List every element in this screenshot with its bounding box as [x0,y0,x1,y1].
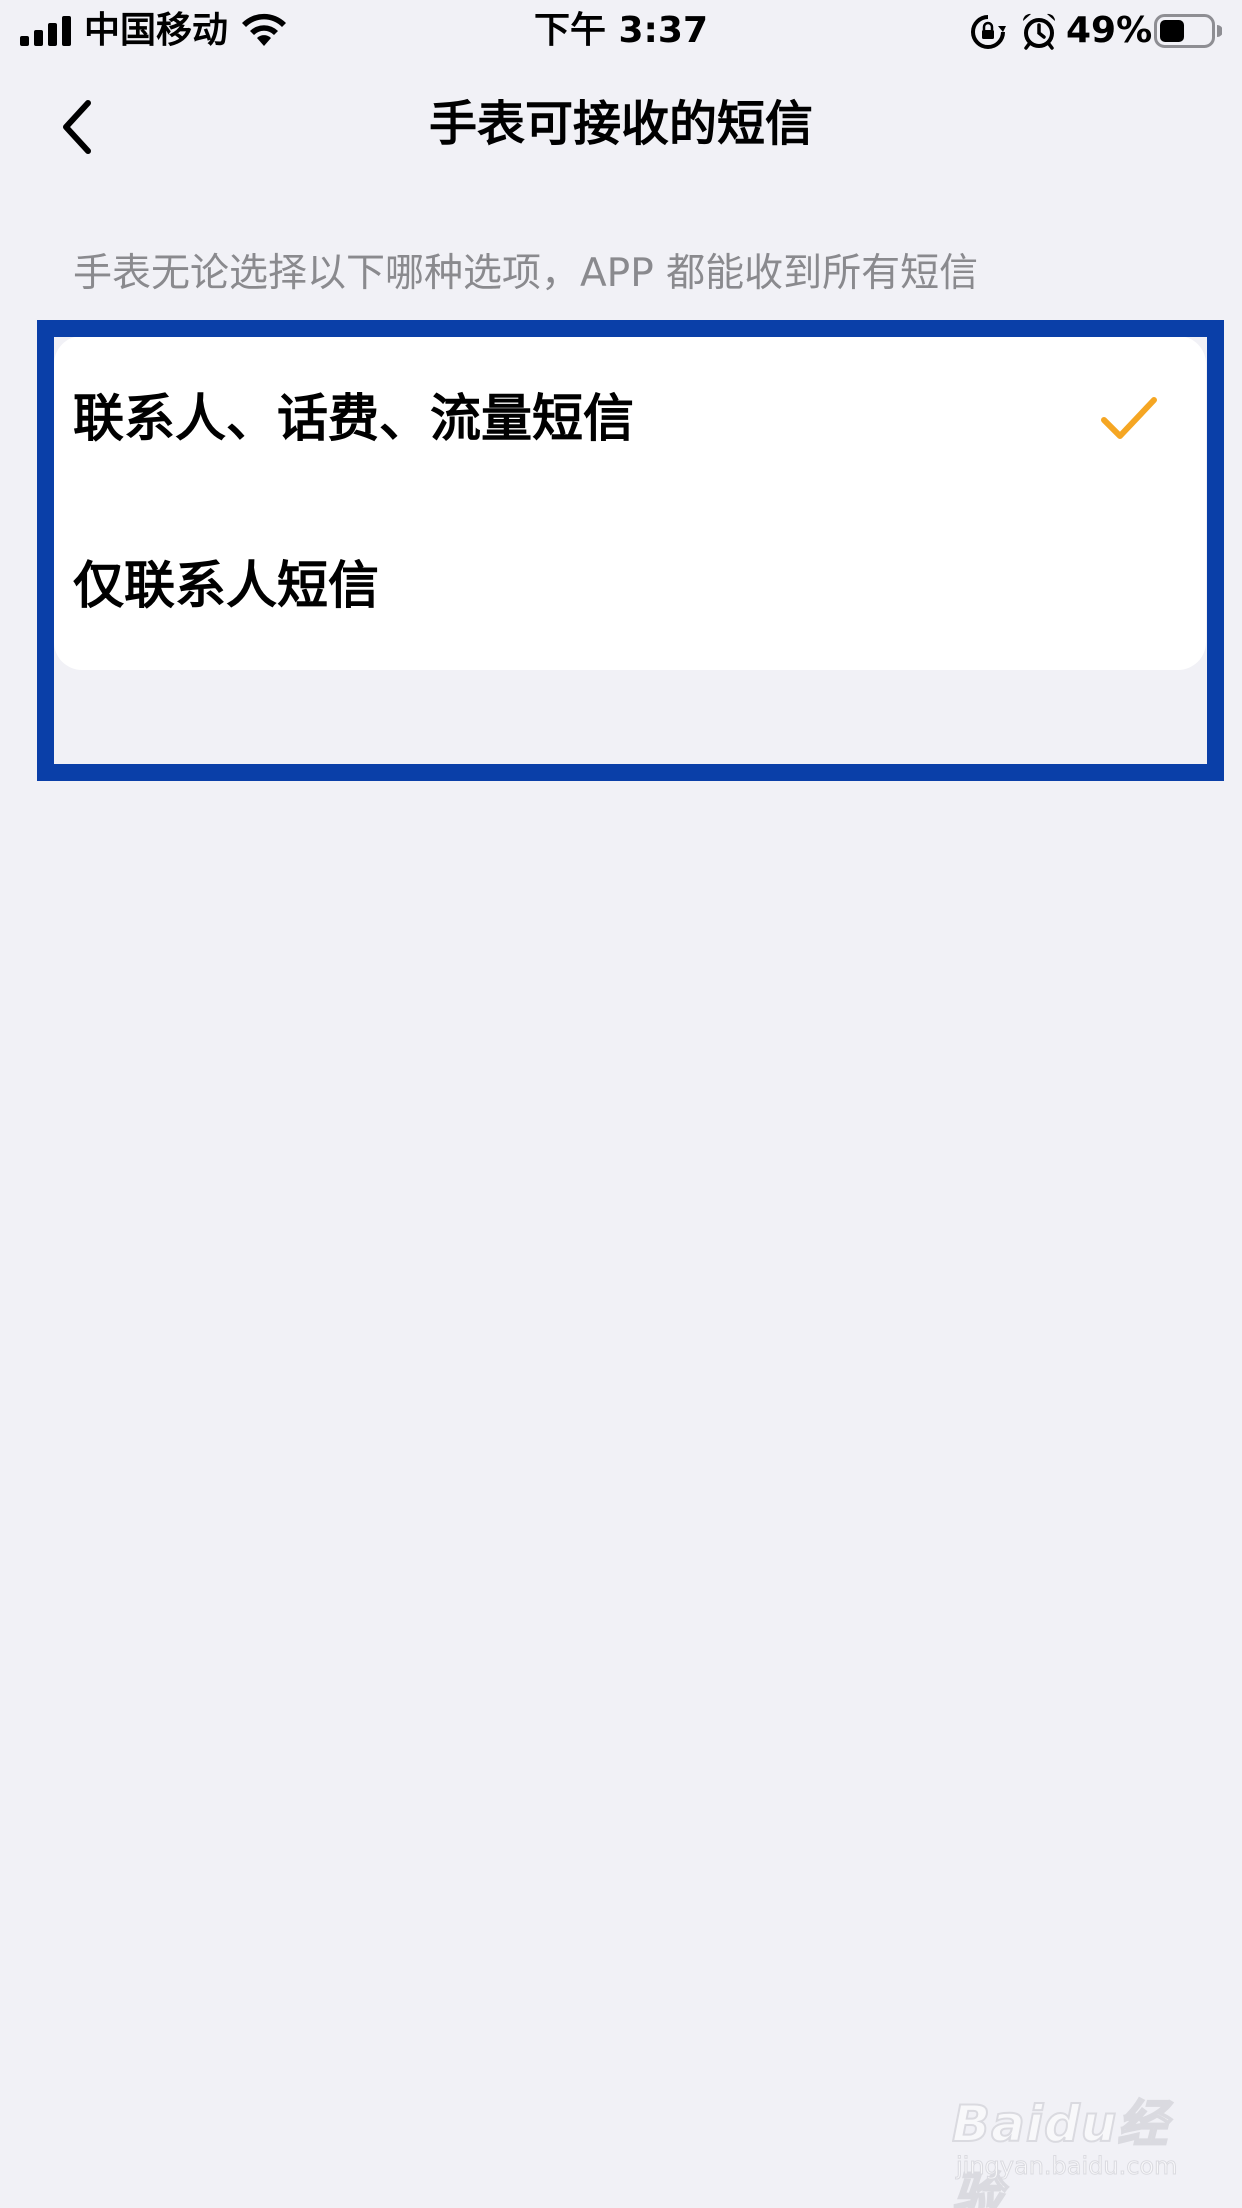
alarm-icon [1022,13,1056,50]
subtitle-hint: 手表无论选择以下哪种选项，APP 都能收到所有短信 [73,251,979,296]
option-contacts-only[interactable]: 仅联系人短信 [54,503,1206,670]
navigation-bar: 手表可接收的短信 [0,62,1242,192]
checkmark-icon [1101,397,1157,439]
option-label: 仅联系人短信 [73,556,380,616]
watermark-url: jingyan.baidu.com [955,2152,1178,2181]
battery-percent: 49% [1066,10,1153,51]
baidu-jingyan-watermark: Baidu经验 jingyan.baidu.com [951,2076,1192,2208]
option-contacts-billing-data[interactable]: 联系人、话费、流量短信 [54,336,1206,503]
status-bar: 中国移动 下午 3:37 49% [0,0,1242,62]
watermark-brand: Baidu经验 [951,2094,1169,2208]
option-label: 联系人、话费、流量短信 [73,389,635,449]
battery-icon [1154,14,1222,48]
screen: 中国移动 下午 3:37 49% 手表可接收的短信 手表无论选择以下哪种选项，A… [0,0,1242,2208]
options-list: 联系人、话费、流量短信 仅联系人短信 [54,336,1206,670]
page-title: 手表可接收的短信 [428,96,813,152]
rotation-lock-icon [971,15,1006,49]
